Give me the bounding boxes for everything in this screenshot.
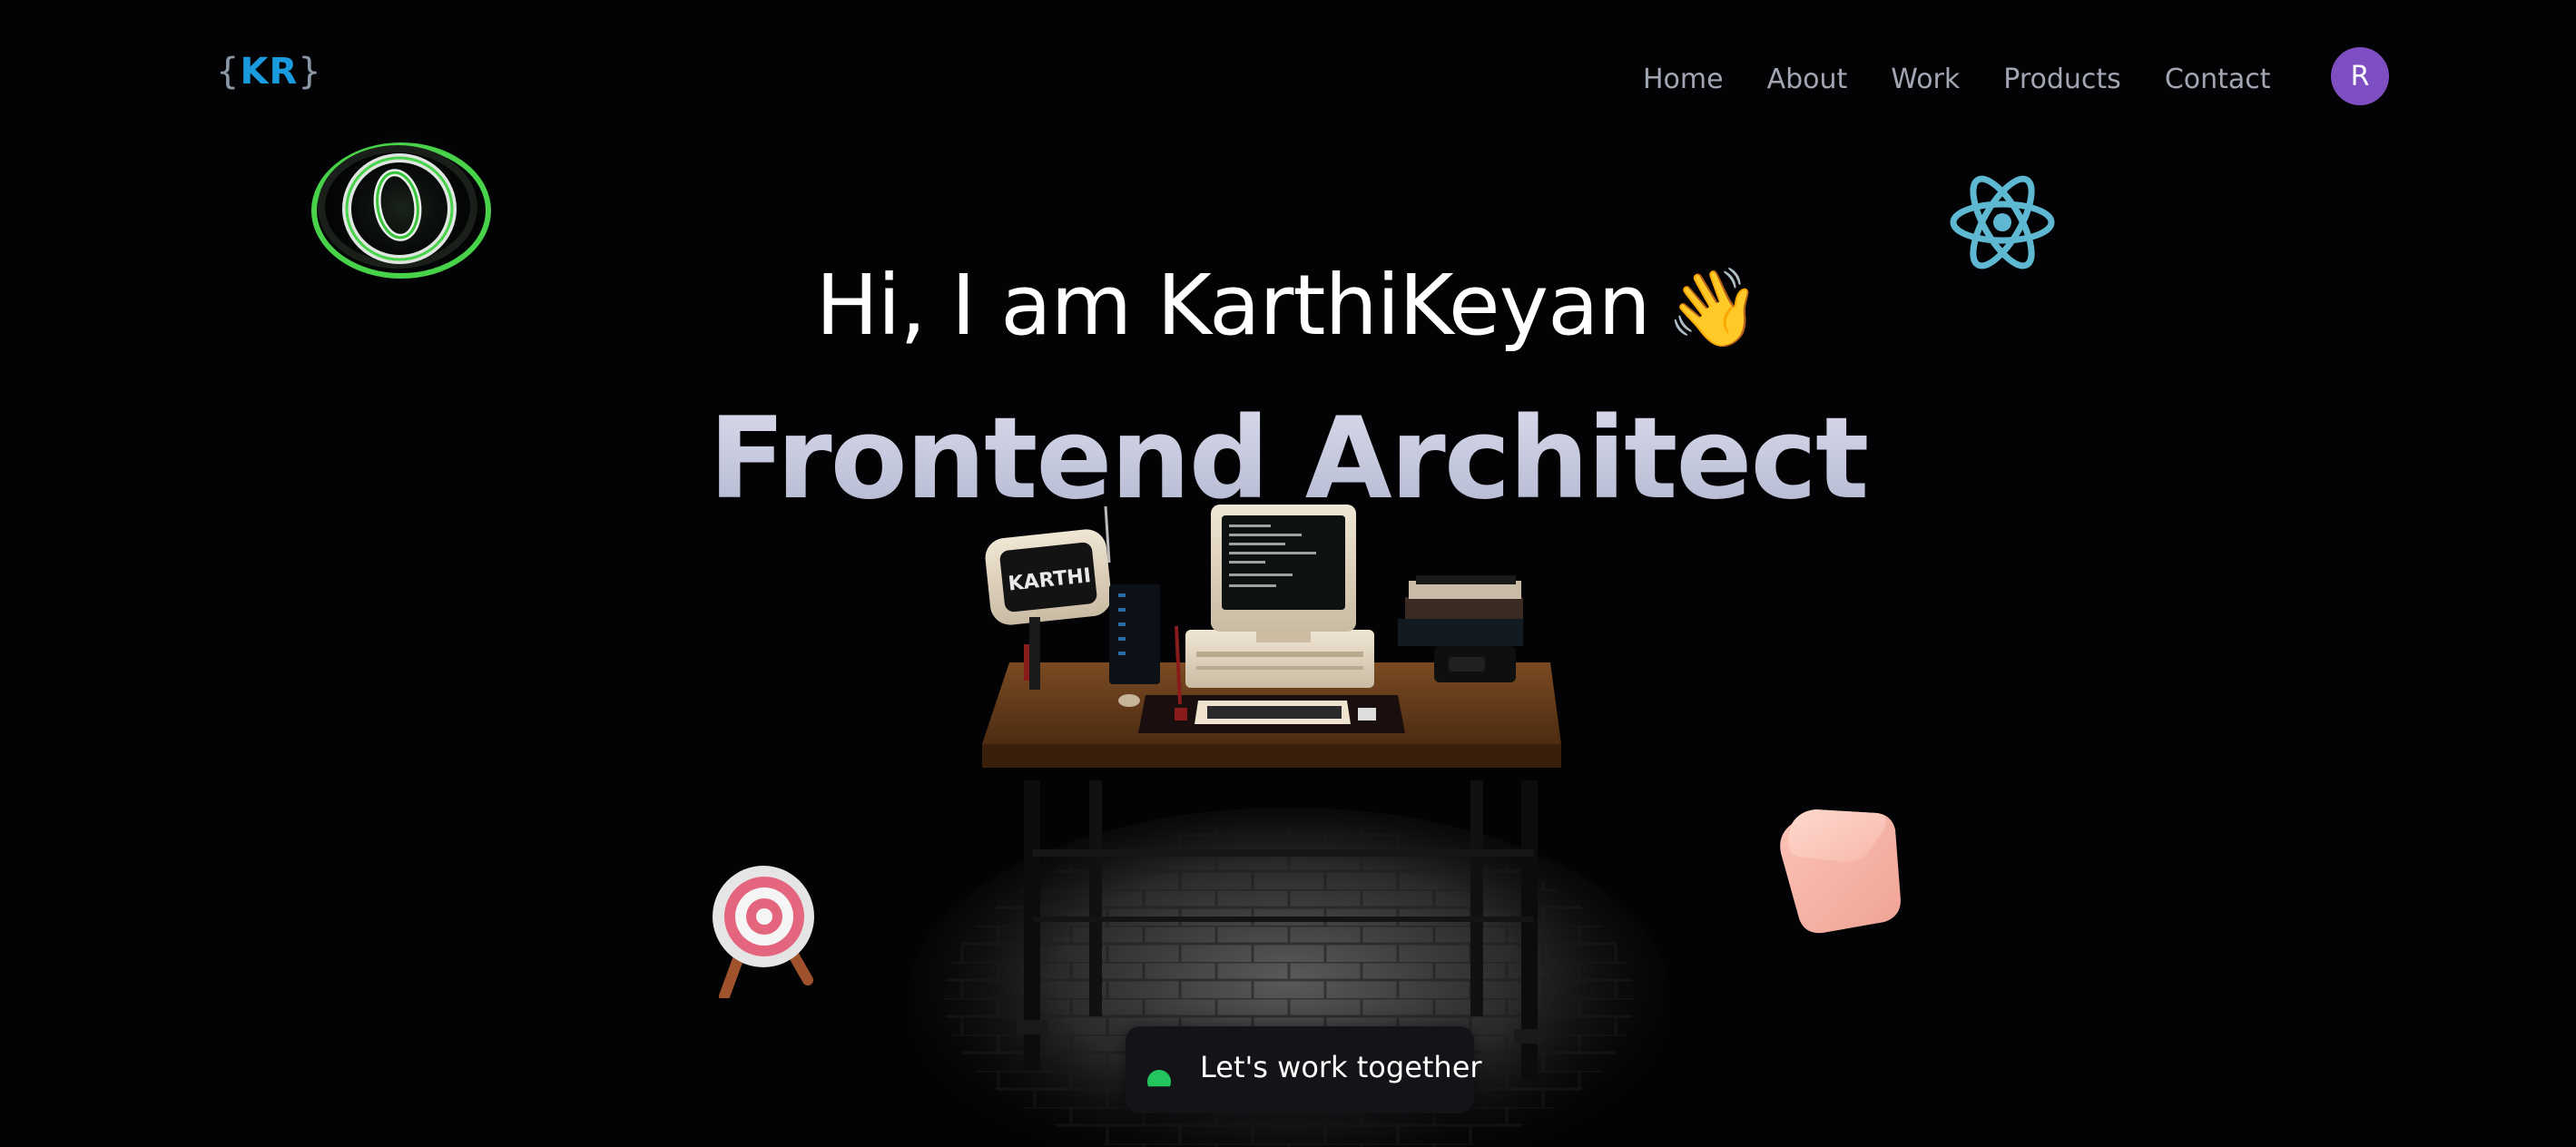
nav-products[interactable]: Products <box>2003 64 2121 95</box>
logo-text: KR <box>240 51 299 93</box>
cta-label: Let's work together <box>1200 1050 1482 1084</box>
site-logo[interactable]: { KR } <box>216 51 322 93</box>
nav-work[interactable]: Work <box>1891 64 1960 95</box>
logo-brace-close: } <box>298 51 322 93</box>
user-avatar[interactable]: R <box>2331 47 2389 105</box>
main-nav: Home About Work Products Contact <box>1643 53 2271 105</box>
logo-brace-open: { <box>216 51 241 93</box>
wave-hand-icon: 👋 <box>1666 263 1762 352</box>
work-together-button[interactable]: Let's work together <box>1126 1026 1482 1113</box>
nav-home[interactable]: Home <box>1643 64 1724 95</box>
nav-contact[interactable]: Contact <box>2165 64 2271 95</box>
cube-icon <box>1780 809 1901 934</box>
target-icon <box>713 866 814 998</box>
portfolio-page: { KR } Home About Work Products Contact … <box>0 0 2576 1147</box>
hero-greeting: Hi, I am KarthiKeyan 👋 <box>0 260 2576 351</box>
status-dot-icon <box>1147 1070 1171 1087</box>
react-icon <box>1950 175 2055 270</box>
greeting-text: Hi, I am KarthiKeyan <box>815 257 1651 354</box>
nav-about[interactable]: About <box>1767 64 1848 95</box>
avatar-initial: R <box>2350 60 2370 93</box>
